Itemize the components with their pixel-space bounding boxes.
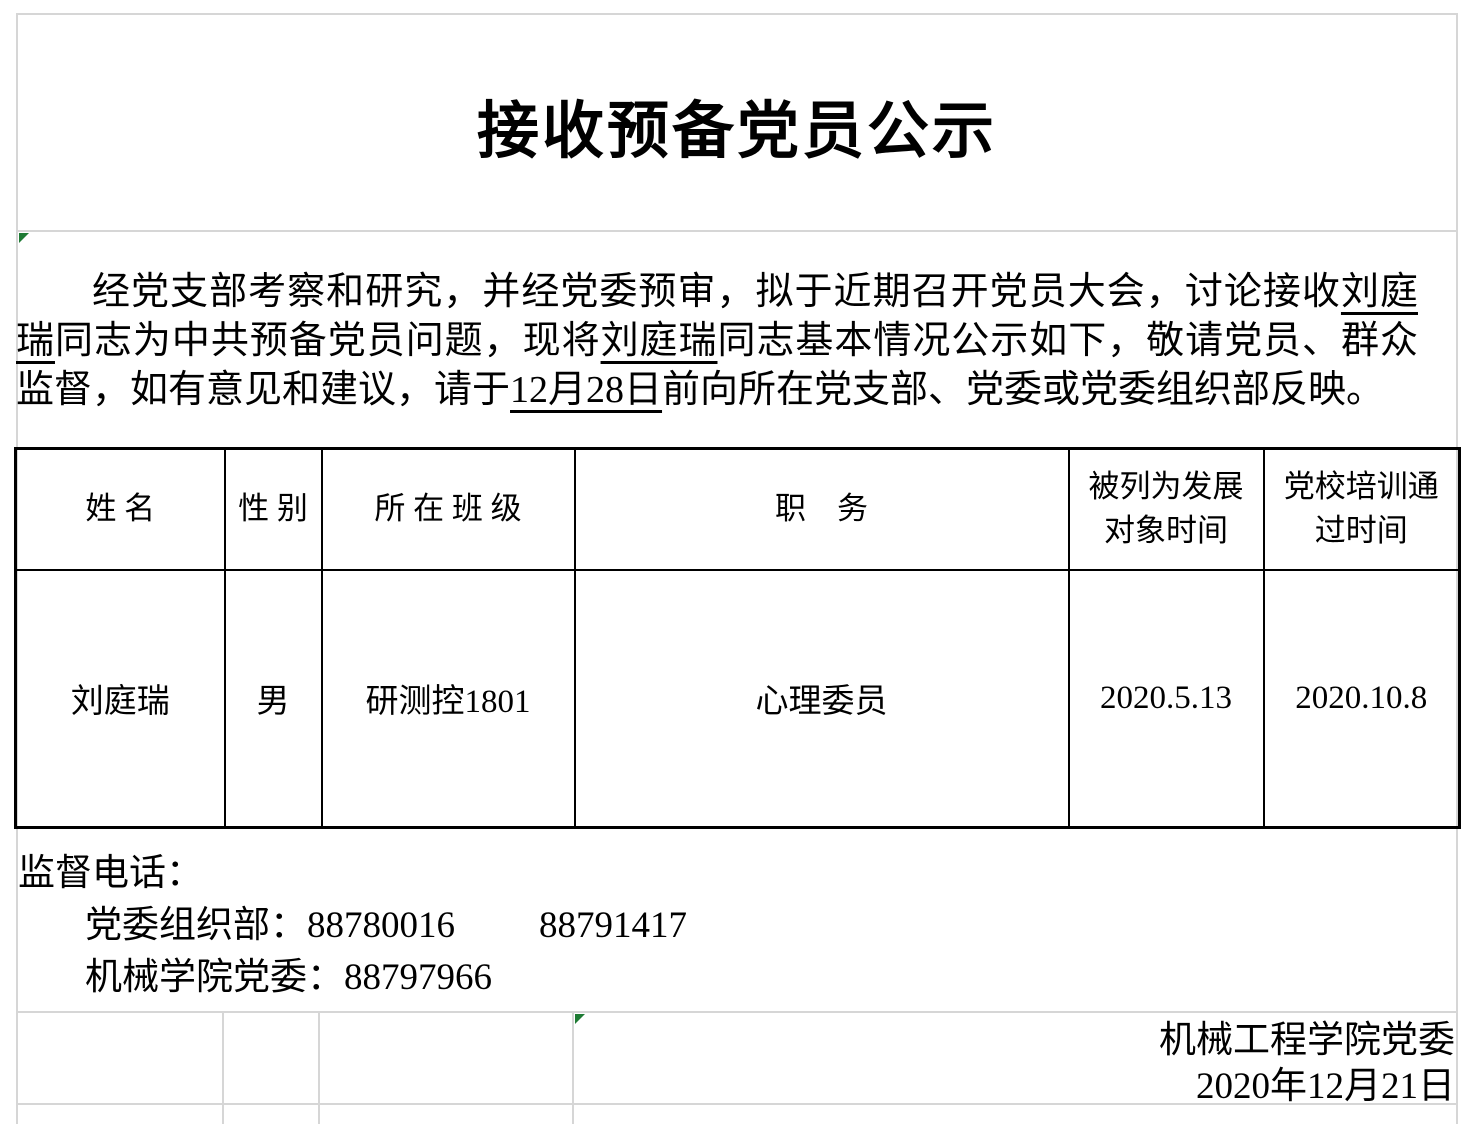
orgdept-phone-2: 88791417 xyxy=(539,905,687,946)
table-header-row: 姓 名 性 别 所 在 班 级 职 务 被列为发展 对象时间 党校培训通 过时间 xyxy=(16,449,1460,570)
supervision-line-college: 机械学院党委：88797966 xyxy=(18,952,1118,1004)
orgdept-label: 党委组织部： xyxy=(85,905,307,946)
error-indicator-icon xyxy=(575,1014,585,1024)
column-header-name: 姓 名 xyxy=(16,449,225,570)
paragraph-text: 前向所在党支部、党委或党委组织部反映。 xyxy=(662,369,1384,411)
spreadsheet-page: 接收预备党员公示 经党支部考察和研究，并经党委预审，拟于近期召开党员大会，讨论接… xyxy=(0,0,1472,1124)
orgdept-phone-1: 88780016 xyxy=(307,905,455,946)
deadline-underlined: 12月28日 xyxy=(510,369,662,411)
gridline-vertical xyxy=(572,1011,574,1124)
supervision-heading: 监督电话： xyxy=(18,848,1118,900)
document-title: 接收预备党员公示 xyxy=(17,14,1457,230)
table-row: 刘庭瑞 男 研测控1801 心理委员 2020.5.13 2020.10.8 xyxy=(16,570,1460,828)
paragraph-text: 同志为中共预备党员问题，现将 xyxy=(55,320,601,362)
gridline-horizontal xyxy=(16,230,1458,232)
college-label: 机械学院党委： xyxy=(85,957,344,998)
gridline-horizontal xyxy=(16,1011,1458,1013)
candidate-table: 姓 名 性 别 所 在 班 级 职 务 被列为发展 对象时间 党校培训通 过时间… xyxy=(14,447,1461,829)
gridline-vertical xyxy=(318,1011,320,1124)
signoff-date: 2020年12月21日 xyxy=(1159,1064,1455,1110)
column-header-position: 职 务 xyxy=(575,449,1069,570)
cell-position: 心理委员 xyxy=(575,570,1069,828)
college-phone: 88797966 xyxy=(344,957,492,998)
cell-class: 研测控1801 xyxy=(322,570,575,828)
cell-development-date: 2020.5.13 xyxy=(1069,570,1264,828)
signoff-block: 机械工程学院党委 2020年12月21日 xyxy=(1159,1018,1455,1110)
column-header-training-date: 党校培训通 过时间 xyxy=(1264,449,1460,570)
notice-paragraph: 经党支部考察和研究，并经党委预审，拟于近期召开党员大会，讨论接收刘庭瑞同志为中共… xyxy=(16,268,1418,415)
column-header-gender: 性 别 xyxy=(225,449,322,570)
supervision-line-orgdept: 党委组织部：88780016 88791417 xyxy=(18,900,1118,952)
column-header-development-date: 被列为发展 对象时间 xyxy=(1069,449,1264,570)
supervision-phone-section: 监督电话： 党委组织部：88780016 88791417 机械学院党委：8879… xyxy=(18,848,1118,1004)
paragraph-text: 经党支部考察和研究，并经党委预审，拟于近期召开党员大会，讨论接收 xyxy=(92,271,1341,313)
cell-training-date: 2020.10.8 xyxy=(1264,570,1460,828)
cell-name: 刘庭瑞 xyxy=(16,570,225,828)
candidate-name-underlined: 刘庭瑞 xyxy=(601,320,718,362)
gridline-vertical xyxy=(222,1011,224,1124)
column-header-class: 所 在 班 级 xyxy=(322,449,575,570)
signoff-org: 机械工程学院党委 xyxy=(1159,1018,1455,1064)
error-indicator-icon xyxy=(19,233,29,243)
cell-gender: 男 xyxy=(225,570,322,828)
